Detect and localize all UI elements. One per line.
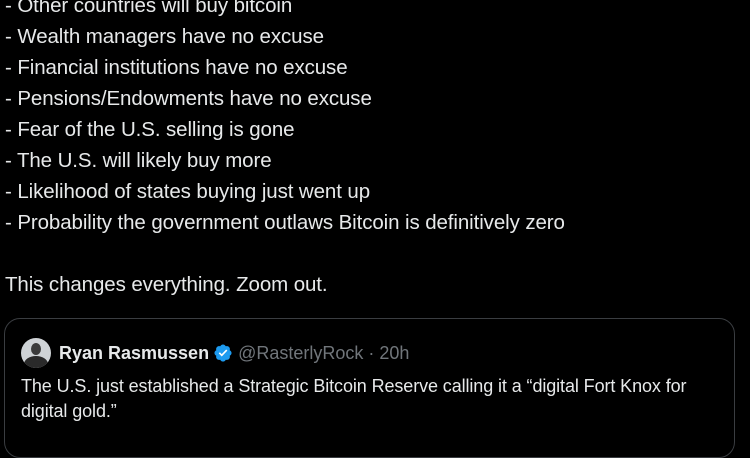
tweet-closing-text: This changes everything. Zoom out. <box>5 273 328 296</box>
quoted-tweet-card[interactable]: Ryan Rasmussen @RasterlyRock · 20h The U… <box>4 318 735 458</box>
quoted-tweet-header: Ryan Rasmussen @RasterlyRock · 20h <box>21 337 409 369</box>
tweet-body: - Other countries will buy bitcoin - Wea… <box>5 0 745 300</box>
bullet-item: - Pensions/Endowments have no excuse <box>5 87 372 110</box>
timestamp[interactable]: 20h <box>379 343 409 364</box>
bullet-item: - The U.S. will likely buy more <box>5 149 272 172</box>
verified-badge-icon <box>213 343 233 363</box>
author-handle[interactable]: @RasterlyRock <box>238 343 363 364</box>
separator-dot: · <box>368 342 375 363</box>
bullet-item: - Wealth managers have no excuse <box>5 25 324 48</box>
bullet-list: - Other countries will buy bitcoin - Wea… <box>5 0 745 238</box>
bullet-item: - Fear of the U.S. selling is gone <box>5 118 295 141</box>
quoted-tweet-text: The U.S. just established a Strategic Bi… <box>21 376 687 421</box>
bullet-item: - Other countries will buy bitcoin <box>5 0 293 17</box>
author-name[interactable]: Ryan Rasmussen <box>59 343 209 364</box>
bullet-item: - Financial institutions have no excuse <box>5 56 348 79</box>
bullet-item: - Likelihood of states buying just went … <box>5 180 371 203</box>
bullet-item: - Probability the government outlaws Bit… <box>5 211 565 234</box>
user-avatar[interactable] <box>21 338 51 368</box>
